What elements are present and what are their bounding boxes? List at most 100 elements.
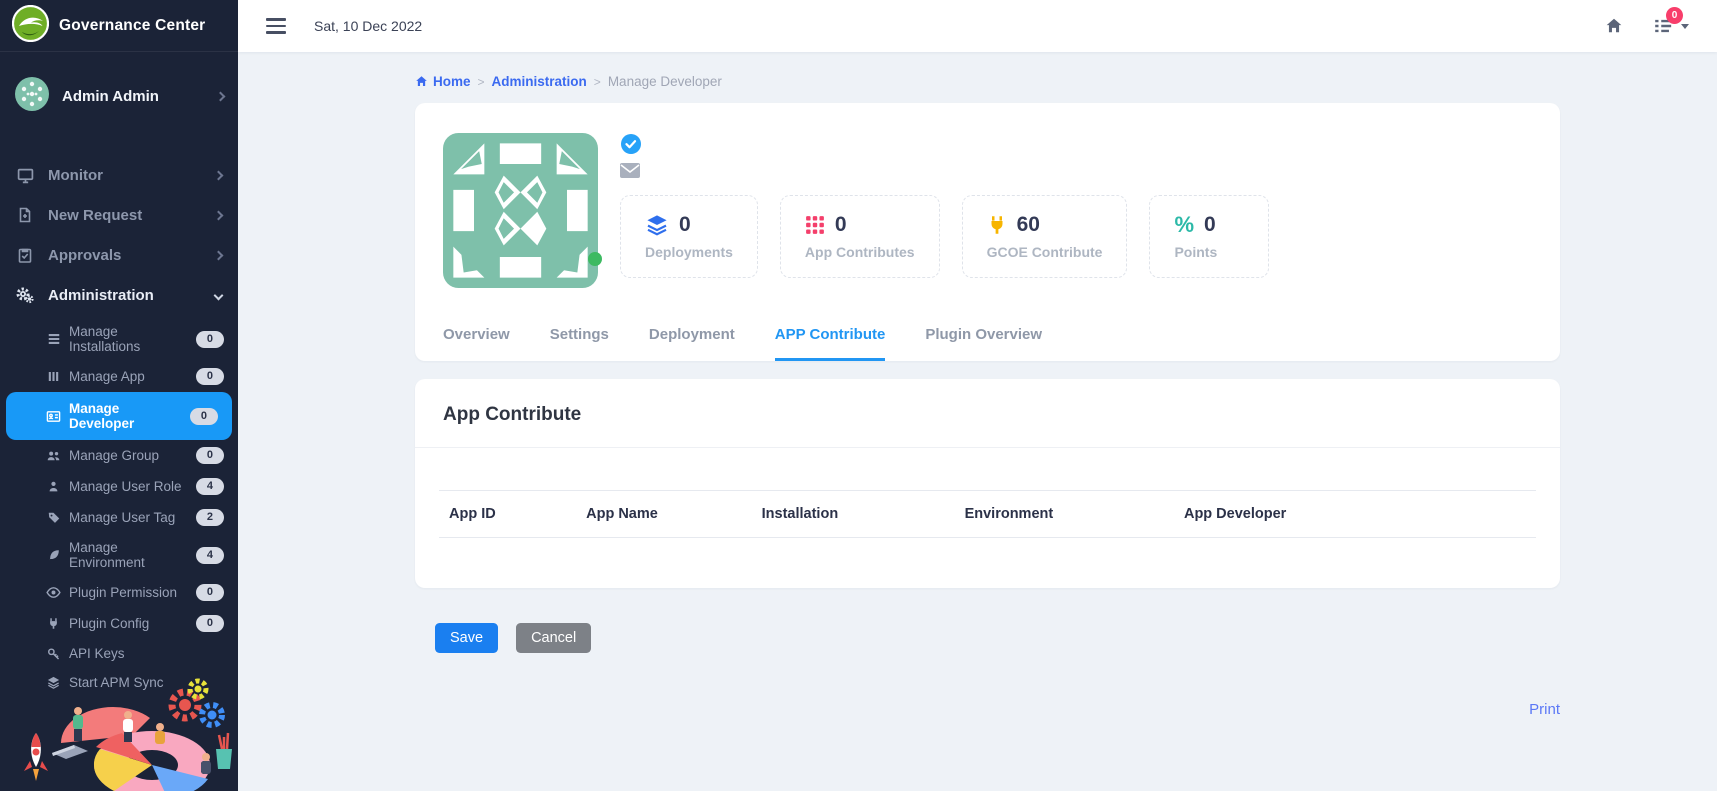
stat-label: App Contributes [805,244,915,260]
sidebar-user[interactable]: Admin Admin [0,52,238,139]
sidebar-nav: Monitor New Request Approvals [0,139,238,791]
breadcrumb-administration[interactable]: Administration [492,74,587,89]
print-link[interactable]: Print [1529,701,1560,718]
chevron-right-icon [214,210,224,220]
home-icon [415,75,428,88]
breadcrumb-label: Administration [492,74,587,89]
developer-profile-card: 0 Deployments 0 App Contributes [415,103,1560,361]
page-content: Home > Administration > Manage Developer [238,52,1717,791]
breadcrumb-home[interactable]: Home [415,74,471,89]
count-badge: 0 [196,368,224,385]
sidebar-item-manage-app[interactable]: Manage App 0 [0,361,238,392]
stat-app-contributes: 0 App Contributes [780,195,940,278]
column-header-app-name: App Name [576,491,752,537]
sidebar-item-label: New Request [48,207,142,224]
home-icon [1605,17,1623,35]
sidebar-item-label: Monitor [48,167,103,184]
tab-deployment[interactable]: Deployment [649,326,735,361]
sidebar-item-api-keys[interactable]: API Keys [0,639,238,668]
sidebar-item-label: Manage Group [69,448,159,463]
form-actions: Save Cancel [435,623,1560,653]
bars-icon [46,369,61,384]
sidebar-item-monitor[interactable]: Monitor [0,155,238,195]
key-icon [46,646,61,661]
stats-row: 0 Deployments 0 App Contributes [620,195,1269,278]
sidebar-item-manage-developer[interactable]: Manage Developer 0 [6,392,232,440]
eye-icon [46,585,61,600]
section-title: App Contribute [415,379,1560,448]
stat-label: Deployments [645,244,733,260]
user-menu-button[interactable]: 0 [1653,16,1689,36]
topbar-date: Sat, 10 Dec 2022 [314,18,422,34]
sidebar-item-label: Manage Environment [69,540,188,570]
count-badge: 2 [196,509,224,526]
home-button[interactable] [1605,17,1623,35]
sidebar-item-new-request[interactable]: New Request [0,195,238,235]
sidebar-item-label: Manage Developer [69,401,182,431]
stat-deployments: 0 Deployments [620,195,758,278]
tag-icon [46,510,61,525]
hamburger-menu-icon[interactable] [266,18,286,34]
sidebar: Governance Center Admin Admin [0,0,238,791]
app-window: Governance Center Admin Admin [0,0,1717,791]
table-header-row: App ID App Name Installation Environment… [439,490,1536,538]
stat-points: % 0 Points [1149,195,1269,278]
grid-dots-icon [805,215,825,235]
chevron-right-icon [216,92,226,102]
tab-plugin-overview[interactable]: Plugin Overview [925,326,1042,361]
caret-down-icon [1681,24,1689,29]
column-header-environment: Environment [955,491,1174,537]
sidebar-item-plugin-permission[interactable]: Plugin Permission 0 [0,577,238,608]
clipboard-check-icon [16,246,34,264]
logo-row: Governance Center [0,0,238,52]
app-title: Governance Center [59,17,205,35]
stat-value: 0 [835,213,847,237]
sidebar-item-manage-environment[interactable]: Manage Environment 4 [0,533,238,577]
plug-icon [46,616,61,631]
sidebar-item-administration[interactable]: Administration [0,275,238,315]
sidebar-item-label: API Keys [69,646,125,661]
id-card-icon [46,409,61,424]
app-contribute-table: App ID App Name Installation Environment… [439,490,1536,540]
save-button[interactable]: Save [435,623,498,653]
email-icon[interactable] [620,163,1269,183]
stat-label: GCOE Contribute [987,244,1103,260]
sidebar-item-plugin-config[interactable]: Plugin Config 0 [0,608,238,639]
cancel-button[interactable]: Cancel [516,623,591,653]
list-icon [46,332,61,347]
layers-icon [46,675,61,690]
sidebar-item-label: Manage App [69,369,145,384]
chevron-down-icon [214,290,224,300]
sidebar-item-label: Plugin Config [69,616,149,631]
percent-icon: % [1174,215,1194,235]
count-badge: 4 [196,478,224,495]
sidebar-item-manage-user-role[interactable]: Manage User Role 4 [0,471,238,502]
sidebar-item-label: Manage Installations [69,324,188,354]
chevron-right-icon [214,170,224,180]
tab-app-contribute[interactable]: APP Contribute [775,326,886,361]
main-area: Sat, 10 Dec 2022 0 Home [238,0,1717,791]
monitor-icon [16,166,34,184]
tab-settings[interactable]: Settings [550,326,609,361]
sidebar-item-manage-group[interactable]: Manage Group 0 [0,440,238,471]
sidebar-item-label: Manage User Role [69,479,182,494]
breadcrumb-label: Home [433,74,471,89]
sidebar-item-approvals[interactable]: Approvals [0,235,238,275]
count-badge: 4 [196,547,224,564]
users-icon [46,448,61,463]
sidebar-item-start-apm-sync[interactable]: Start APM Sync [0,668,238,697]
app-logo-icon [12,5,49,47]
topbar-actions: 0 [1605,16,1689,36]
count-badge: 0 [196,447,224,464]
verified-badge-icon [620,133,642,155]
count-badge: 0 [196,615,224,632]
stat-value: 0 [679,213,691,237]
developer-avatar [443,133,598,288]
sidebar-item-manage-user-tag[interactable]: Manage User Tag 2 [0,502,238,533]
sidebar-item-manage-installations[interactable]: Manage Installations 0 [0,317,238,361]
plug-icon [987,215,1007,235]
count-badge: 0 [196,331,224,348]
sidebar-item-label: Approvals [48,247,121,264]
tab-overview[interactable]: Overview [443,326,510,361]
chevron-right-icon [214,250,224,260]
